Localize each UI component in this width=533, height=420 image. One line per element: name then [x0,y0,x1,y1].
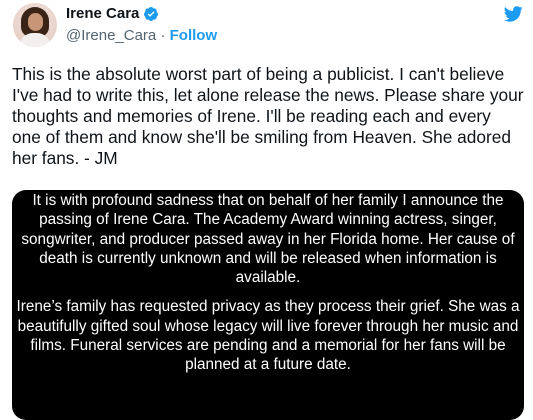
twitter-bird-icon[interactable] [502,4,524,24]
follow-button[interactable]: Follow [170,27,218,44]
statement-paragraph-1: It is with profound sadness that on beha… [21,192,515,287]
avatar[interactable] [13,3,57,47]
tweet-text: This is the absolute worst part of being… [12,64,524,169]
avatar-face [28,13,43,31]
name-row: Irene Cara [66,5,159,22]
author-handle[interactable]: @Irene_Cara [66,27,156,44]
statement-text: It is with profound sadness that on beha… [12,191,524,385]
tweet-body: This is the absolute worst part of being… [12,64,524,168]
tweet-media-image[interactable]: It is with profound sadness that on beha… [12,190,524,420]
tweet-header: Irene Cara @Irene_Cara · Follow [0,0,533,60]
statement-paragraph-2: Irene’s family has requested privacy as … [16,298,520,374]
handle-row: @Irene_Cara · Follow [66,27,217,44]
avatar-body [19,33,51,47]
author-display-name[interactable]: Irene Cara [66,5,139,22]
separator-dot: · [160,27,166,44]
verified-badge-icon [144,6,159,21]
